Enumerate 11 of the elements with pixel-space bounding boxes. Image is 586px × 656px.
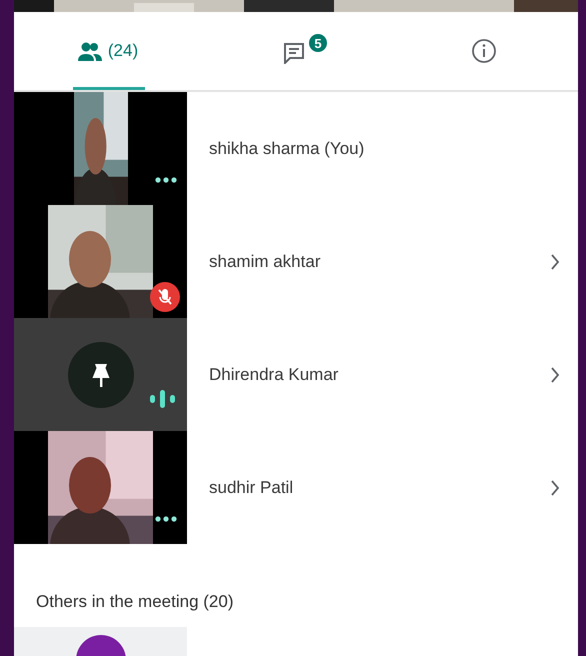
pin-icon: [68, 342, 134, 408]
tab[interactable]: (24): [14, 12, 202, 90]
info-icon: [471, 38, 497, 64]
people-icon: [78, 41, 102, 61]
participant-name: shikha sharma (You): [209, 138, 366, 158]
notification-badge: 5: [309, 34, 327, 52]
participant-name: sudhir Patil: [209, 478, 294, 498]
section-heading: Others in the meeting (20): [35, 591, 234, 613]
tab[interactable]: 5: [202, 12, 390, 90]
participant-name: shamim akhtar: [209, 252, 322, 272]
participant-name: Dhirendra Kumar: [209, 364, 340, 384]
